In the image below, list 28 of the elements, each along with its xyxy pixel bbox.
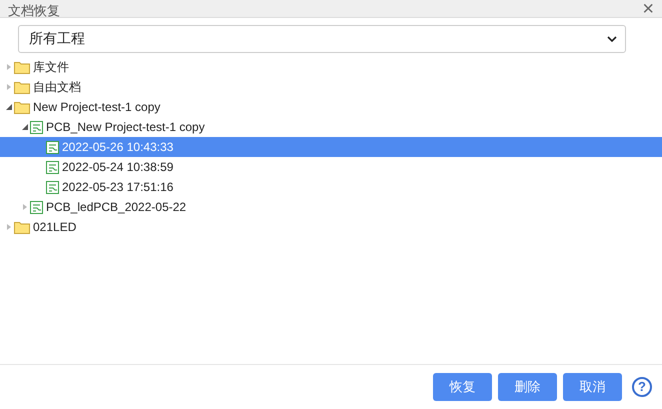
project-dropdown[interactable]: 所有工程 [18, 25, 626, 53]
collapsed-triangle-icon[interactable] [6, 224, 12, 230]
tree-item[interactable]: 库文件 [0, 57, 662, 77]
window-title: 文档恢复 [8, 4, 60, 17]
document-icon [46, 180, 59, 194]
document-icon [46, 140, 59, 154]
folder-icon [14, 60, 30, 74]
help-button[interactable]: ? [632, 377, 652, 397]
tree-item[interactable]: 2022-05-24 10:38:59 [0, 157, 662, 177]
tree-item[interactable]: New Project-test-1 copy [0, 97, 662, 117]
close-button[interactable]: × [642, 1, 654, 17]
collapsed-triangle-icon[interactable] [22, 204, 28, 210]
tree-item[interactable]: 021LED [0, 217, 662, 237]
chevron-down-icon [607, 36, 617, 42]
tree-item[interactable]: 2022-05-23 17:51:16 [0, 177, 662, 197]
folder-icon [14, 220, 30, 234]
expanded-triangle-icon[interactable] [6, 104, 12, 110]
tree-item[interactable]: 自由文档 [0, 77, 662, 97]
document-icon [30, 120, 43, 134]
collapsed-triangle-icon[interactable] [6, 64, 12, 70]
expanded-triangle-icon[interactable] [22, 124, 28, 130]
collapsed-triangle-icon[interactable] [6, 84, 12, 90]
document-icon [46, 160, 59, 174]
folder-icon [14, 100, 30, 114]
tree-item[interactable]: PCB_New Project-test-1 copy [0, 117, 662, 137]
folder-icon [14, 80, 30, 94]
document-icon [30, 200, 43, 214]
tree-item[interactable]: PCB_ledPCB_2022-05-22 [0, 197, 662, 217]
